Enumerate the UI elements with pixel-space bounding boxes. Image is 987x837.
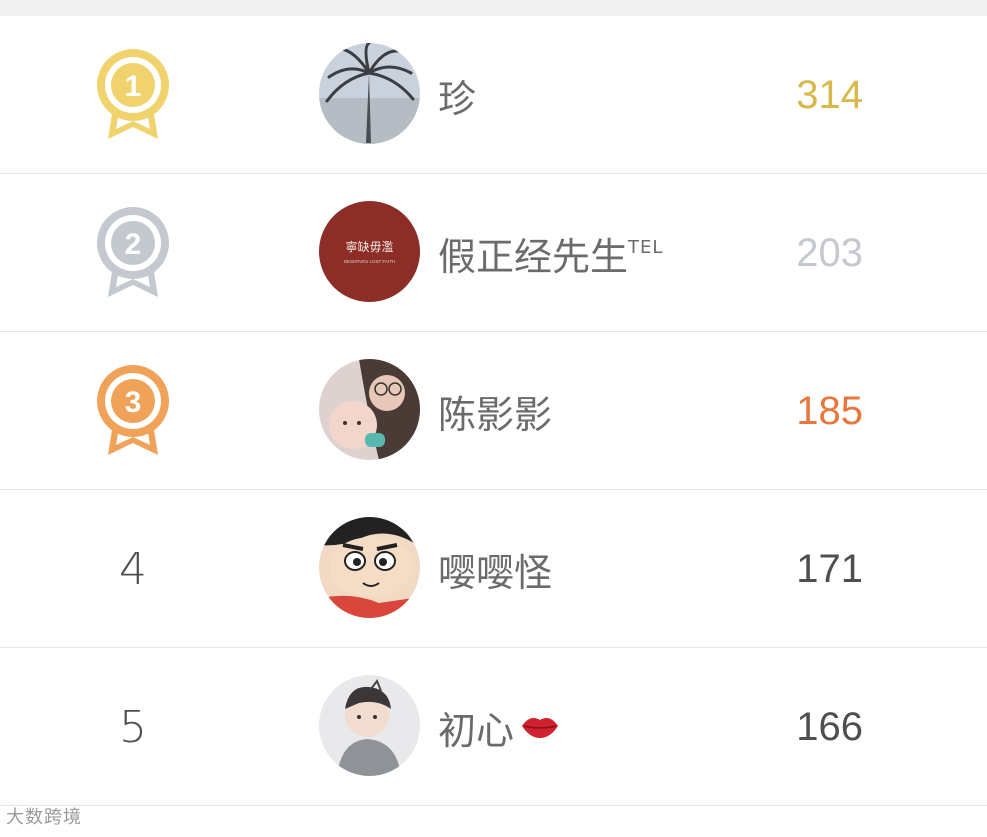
kiss-lips-icon xyxy=(522,718,559,738)
user-name: 陈影影 xyxy=(438,392,553,437)
name-suffix: TEL xyxy=(628,236,664,258)
score-value: 166 xyxy=(796,704,863,749)
avatar[interactable] xyxy=(319,359,420,460)
score-value: 314 xyxy=(796,72,863,117)
rank-number: 5 xyxy=(119,701,147,753)
leaderboard-row[interactable]: 5 初心 166 xyxy=(0,648,987,806)
user-name: 假正经先生 TEL xyxy=(438,234,664,279)
leaderboard-row[interactable]: 4 嘤嘤怪 171 xyxy=(0,490,987,648)
score-value: 185 xyxy=(796,388,863,433)
leaderboard-row[interactable]: 3 陈影影 185 xyxy=(0,332,987,490)
rank-cell: 1 xyxy=(83,16,183,174)
rank-cell: 5 xyxy=(83,648,183,806)
svg-text:2: 2 xyxy=(125,228,142,261)
rank-cell: 3 xyxy=(83,332,183,490)
leaderboard-row[interactable]: 1 珍 314 xyxy=(0,16,987,174)
bronze-medal-icon: 3 xyxy=(97,365,169,455)
top-divider-strip xyxy=(0,0,987,16)
avatar[interactable] xyxy=(319,675,420,776)
avatar[interactable] xyxy=(319,43,420,144)
svg-text:3: 3 xyxy=(125,386,142,419)
rank-cell: 2 xyxy=(83,174,183,332)
silver-medal-icon: 2 xyxy=(97,207,169,297)
svg-text:1: 1 xyxy=(125,70,142,103)
leaderboard-row[interactable]: 2 寧缺毋濫 DESERVES LOST FAITH 假正经先生 TEL 203 xyxy=(0,174,987,332)
rank-cell: 4 xyxy=(83,490,183,648)
score-value: 203 xyxy=(796,230,863,275)
avatar[interactable] xyxy=(319,517,420,618)
svg-text:寧缺毋濫: 寧缺毋濫 xyxy=(345,239,393,254)
score-value: 171 xyxy=(796,546,863,591)
user-name: 珍 xyxy=(438,76,477,121)
user-name: 嘤嘤怪 xyxy=(438,550,553,595)
rank-number: 4 xyxy=(119,543,147,595)
user-name: 初心 xyxy=(438,648,560,806)
svg-text:DESERVES LOST FAITH: DESERVES LOST FAITH xyxy=(344,259,395,264)
watermark: 大数跨境 xyxy=(6,807,82,828)
gold-medal-icon: 1 xyxy=(97,49,169,139)
avatar[interactable]: 寧缺毋濫 DESERVES LOST FAITH xyxy=(319,201,420,302)
